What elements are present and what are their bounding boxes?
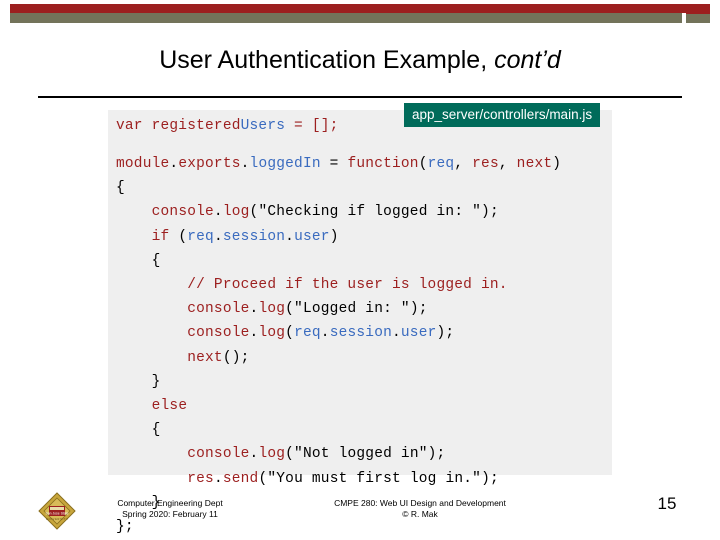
page-title: User Authentication Example, cont’d [0, 46, 720, 75]
code-body: module.exports.loggedIn = function(req, … [116, 152, 561, 539]
footer-left-text: Computer Engineering Dept Spring 2020: F… [90, 498, 250, 520]
code-line: next(); [187, 349, 250, 366]
code-first-line: var registeredUsers = []; [116, 118, 339, 134]
code-line: console.log("Not logged in"); [187, 446, 446, 463]
top-olive-bar [10, 13, 682, 23]
code-line: res.send("You must first log in."); [187, 470, 499, 487]
page-title-italic: cont’d [494, 46, 561, 74]
code-line: module.exports.loggedIn = function(req, … [116, 156, 562, 172]
footer-course: CMPE 280: Web UI Design and Development [334, 498, 506, 508]
code-line: // Proceed if the user is logged in. [116, 277, 508, 294]
logo-diamond-icon: San Jose State U N I V E R S I T Y [38, 492, 76, 530]
code-line: { [116, 180, 125, 197]
code-line: console.log("Logged in: "); [187, 301, 428, 318]
page-title-main: User Authentication Example, [159, 46, 495, 74]
svg-text:U N I V E R S I T Y: U N I V E R S I T Y [46, 517, 68, 521]
code-line: } [116, 373, 161, 390]
code-line: console.log(req.session.user); [187, 325, 455, 342]
top-right-olive-block [686, 14, 710, 23]
title-divider [38, 96, 682, 98]
code-first-line-keyword: var registered [116, 118, 241, 134]
code-line: { [116, 252, 161, 269]
svg-text:San Jose State: San Jose State [46, 511, 69, 515]
page-number: 15 [657, 494, 677, 513]
university-logo: San Jose State U N I V E R S I T Y [38, 492, 76, 530]
code-line: else [151, 398, 188, 415]
code-first-line-identifier: Users [240, 118, 286, 134]
code-line: console.log("Checking if logged in: "); [151, 204, 499, 221]
footer-center-text: CMPE 280: Web UI Design and Development … [250, 498, 590, 520]
footer-department: Computer Engineering Dept [117, 498, 223, 508]
code-first-line-tail: = []; [285, 118, 339, 134]
footer-term-date: Spring 2020: February 11 [122, 509, 218, 519]
code-filename-callout: app_server/controllers/main.js [404, 103, 601, 127]
code-line: { [116, 422, 161, 439]
code-line: if (req.session.user) [151, 228, 339, 245]
slide-top-decoration [0, 0, 720, 30]
top-red-bar [10, 4, 710, 13]
footer-copyright: © R. Mak [402, 509, 438, 519]
